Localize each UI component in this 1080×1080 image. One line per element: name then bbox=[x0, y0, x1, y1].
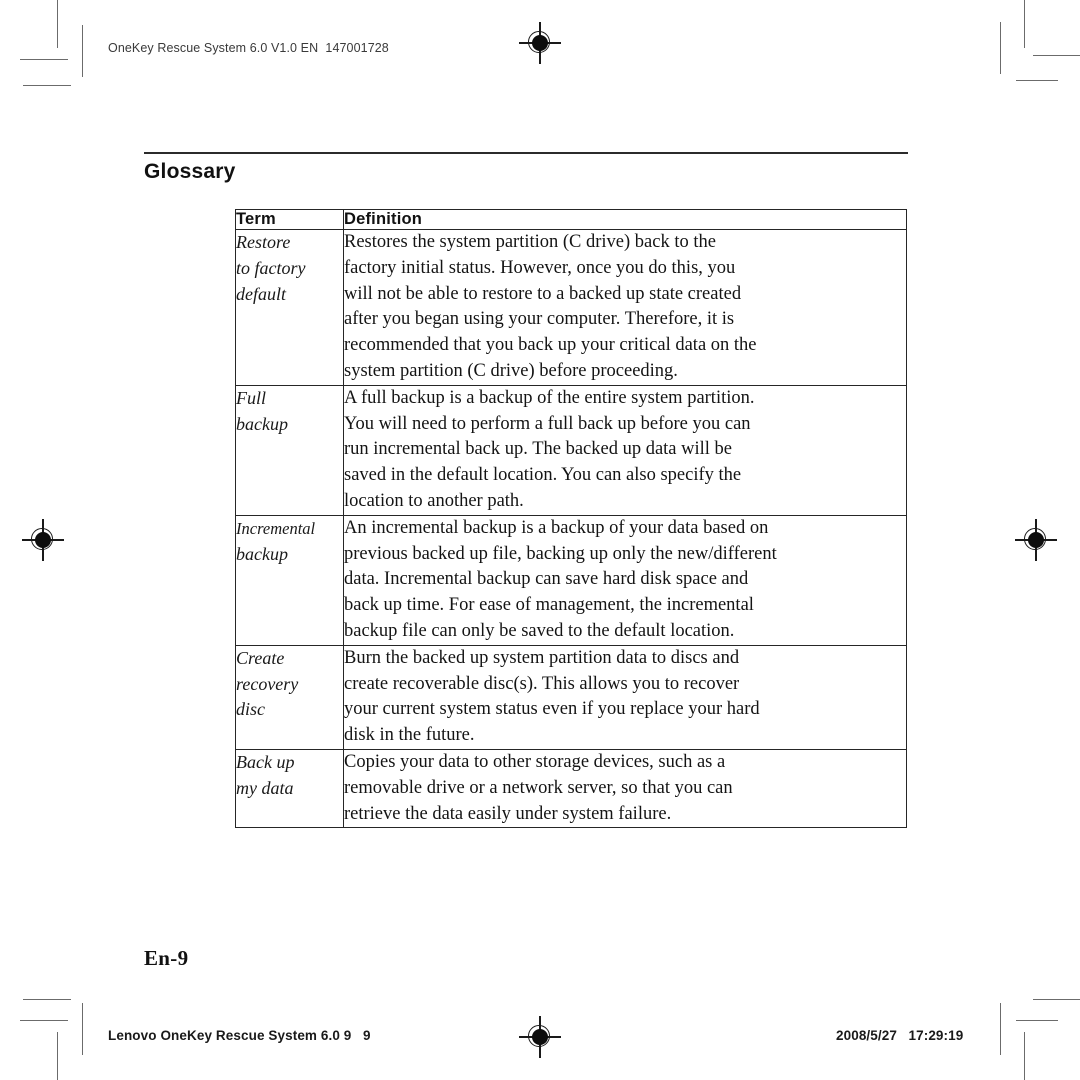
term-line: backup bbox=[236, 543, 288, 564]
term-line: Incremental bbox=[236, 518, 316, 538]
definition-line: You will need to perform a full back up … bbox=[344, 413, 751, 434]
glossary-definition: Copies your data to other storage device… bbox=[343, 748, 907, 829]
definition-line: create recoverable disc(s). This allows … bbox=[344, 673, 740, 694]
glossary-term: Restore to factory default bbox=[235, 229, 344, 386]
crop-mark-bottom-right-outer-horizontal bbox=[1033, 999, 1080, 1000]
definition-line: Burn the backed up system partition data… bbox=[344, 647, 740, 668]
crop-mark-bottom-right-outer-vertical bbox=[1024, 1032, 1025, 1080]
definition-line: system partition (C drive) before procee… bbox=[344, 360, 678, 381]
crop-mark-top-right-trim-horizontal bbox=[1016, 80, 1058, 81]
glossary-definition: An incremental backup is a backup of you… bbox=[343, 514, 907, 646]
glossary-term: Full backup bbox=[235, 384, 344, 516]
definition-line: saved in the default location. You can a… bbox=[344, 465, 742, 486]
glossary-table-body: Restore to factory default Restores the … bbox=[235, 229, 907, 829]
crop-mark-top-right-outer-horizontal bbox=[1033, 55, 1080, 56]
definition-line: A full backup is a backup of the entire … bbox=[344, 387, 755, 408]
crop-mark-bottom-left-outer-vertical bbox=[57, 1032, 58, 1080]
table-row: Incremental backup An incremental backup… bbox=[235, 514, 907, 646]
printed-page: OneKey Rescue System 6.0 V1.0 EN 1470017… bbox=[0, 0, 1080, 1080]
glossary-table: Term Definition Restore to factory defau… bbox=[235, 209, 907, 829]
running-head: OneKey Rescue System 6.0 V1.0 EN 1470017… bbox=[108, 41, 389, 55]
column-header-definition: Definition bbox=[343, 209, 907, 230]
definition-line: retrieve the data easily under system fa… bbox=[344, 803, 672, 824]
registration-mark-bottom bbox=[519, 1016, 561, 1058]
glossary-definition: A full backup is a backup of the entire … bbox=[343, 384, 907, 516]
definition-line: back up time. For ease of management, th… bbox=[344, 595, 754, 616]
crop-mark-top-left-trim-horizontal bbox=[23, 85, 71, 86]
crop-mark-top-right-outer-vertical bbox=[1024, 0, 1025, 48]
definition-line: Restores the system partition (C drive) … bbox=[344, 232, 716, 252]
term-line: backup bbox=[236, 413, 288, 434]
glossary-term: Back up my data bbox=[235, 748, 344, 829]
table-row: Full backup A full backup is a backup of… bbox=[235, 384, 907, 516]
definition-line: An incremental backup is a backup of you… bbox=[344, 517, 769, 538]
page-number-mark: En-9 bbox=[144, 946, 189, 970]
crop-mark-top-left-outer-vertical bbox=[57, 0, 58, 48]
crop-mark-top-left-trim-vertical bbox=[82, 25, 83, 77]
term-line: Back up bbox=[236, 751, 295, 772]
table-row: Create recovery disc Burn the backed up … bbox=[235, 644, 907, 750]
footer-left-text: Lenovo OneKey Rescue System 6.0 9 9 bbox=[108, 1028, 371, 1043]
definition-line: run incremental back up. The backed up d… bbox=[344, 439, 733, 460]
term-line: my data bbox=[236, 777, 294, 798]
crop-mark-bottom-left-trim-vertical bbox=[82, 1003, 83, 1055]
term-line: disc bbox=[236, 699, 265, 720]
definition-line: recommended that you back up your critic… bbox=[344, 335, 757, 356]
table-header-row: Term Definition bbox=[235, 209, 907, 230]
column-header-term: Term bbox=[235, 209, 344, 230]
definition-line: removable drive or a network server, so … bbox=[344, 777, 733, 798]
term-line: Create bbox=[236, 647, 285, 668]
table-row: Restore to factory default Restores the … bbox=[235, 229, 907, 386]
registration-mark-top bbox=[519, 22, 561, 64]
definition-line: location to another path. bbox=[344, 490, 524, 511]
heading-rule bbox=[144, 152, 908, 154]
definition-line: your current system status even if you r… bbox=[344, 699, 760, 720]
definition-line: backup file can only be saved to the def… bbox=[344, 620, 735, 641]
crop-mark-bottom-left-outer-horizontal bbox=[23, 999, 71, 1000]
footer-timestamp: 2008/5/27 17:29:19 bbox=[836, 1028, 964, 1043]
crop-mark-bottom-left-trim-horizontal bbox=[20, 1020, 68, 1021]
crop-mark-top-left-outer-horizontal bbox=[20, 59, 68, 60]
definition-line: data. Incremental backup can save hard d… bbox=[344, 569, 749, 590]
definition-line: after you began using your computer. The… bbox=[344, 309, 735, 330]
term-line: default bbox=[236, 283, 286, 304]
crop-mark-bottom-right-trim-vertical bbox=[1000, 1003, 1001, 1055]
glossary-definition: Restores the system partition (C drive) … bbox=[343, 229, 907, 386]
page-title: Glossary bbox=[144, 160, 236, 183]
glossary-definition: Burn the backed up system partition data… bbox=[343, 644, 907, 750]
definition-line: will not be able to restore to a backed … bbox=[344, 283, 742, 304]
registration-mark-left bbox=[22, 519, 64, 561]
glossary-term: Create recovery disc bbox=[235, 644, 344, 750]
definition-line: previous backed up file, backing up only… bbox=[344, 543, 777, 564]
crop-mark-bottom-right-trim-horizontal bbox=[1016, 1020, 1058, 1021]
definition-line: factory initial status. However, once yo… bbox=[344, 257, 736, 278]
term-line: to factory bbox=[236, 257, 306, 278]
term-line: Full bbox=[236, 387, 266, 408]
term-line: Restore bbox=[236, 232, 291, 252]
term-line: recovery bbox=[236, 673, 299, 694]
glossary-term: Incremental backup bbox=[235, 514, 344, 646]
crop-mark-top-right-trim-vertical bbox=[1000, 22, 1001, 74]
registration-mark-right bbox=[1015, 519, 1057, 561]
table-row: Back up my data Copies your data to othe… bbox=[235, 748, 907, 829]
definition-line: disk in the future. bbox=[344, 725, 475, 746]
definition-line: Copies your data to other storage device… bbox=[344, 751, 726, 772]
